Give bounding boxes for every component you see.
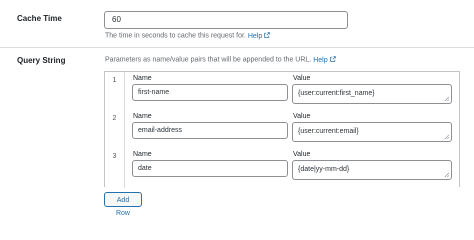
value-input-text: {date|yy-mm-dd} <box>298 166 350 173</box>
repeater-row: 3 Name date Value {date|yy-mm-dd} <box>105 148 459 188</box>
external-link-icon <box>264 32 270 38</box>
value-input[interactable]: {date|yy-mm-dd} <box>292 160 452 180</box>
query-string-help-link[interactable]: Help <box>313 56 336 64</box>
value-header: Value <box>293 113 311 120</box>
name-input[interactable]: email-address <box>132 122 288 139</box>
name-header: Name <box>133 151 152 158</box>
value-input[interactable]: {user:current:first_name} <box>292 84 452 104</box>
resize-grip-icon[interactable] <box>444 96 449 101</box>
add-row-button[interactable]: Add Row <box>104 192 142 217</box>
query-string-help-label: Help <box>313 56 328 64</box>
cache-time-description-text: The time in seconds to cache this reques… <box>105 32 246 40</box>
query-string-description: Parameters as name/value pairs that will… <box>105 56 336 64</box>
query-string-repeater: 1 Name first-name Value {user:current:fi… <box>104 71 460 188</box>
name-header: Name <box>133 113 152 120</box>
query-string-label: Query String <box>17 56 66 65</box>
query-string-description-text: Parameters as name/value pairs that will… <box>105 56 312 64</box>
cache-time-description: The time in seconds to cache this reques… <box>105 32 270 40</box>
name-header: Name <box>133 75 152 82</box>
cache-time-input[interactable]: 60 <box>104 11 348 29</box>
row-number[interactable]: 1 <box>105 72 125 111</box>
cache-time-help-link[interactable]: Help <box>247 32 270 40</box>
cache-time-help-label: Help <box>247 32 263 40</box>
repeater-row: 2 Name email-address Value {user:current… <box>105 110 459 150</box>
value-header: Value <box>293 151 311 158</box>
cache-time-label: Cache Time <box>17 14 62 23</box>
cache-time-row: Cache Time 60 The time in seconds to cac… <box>0 0 474 48</box>
row-number-text: 3 <box>112 153 117 160</box>
resize-grip-icon[interactable] <box>444 172 449 177</box>
row-number-text: 1 <box>112 77 117 84</box>
value-input[interactable]: {user:current:email} <box>292 122 452 142</box>
name-input[interactable]: date <box>132 160 288 177</box>
name-input[interactable]: first-name <box>132 84 288 101</box>
repeater-row: 1 Name first-name Value {user:current:fi… <box>105 72 459 112</box>
value-input-text: {user:current:email} <box>298 128 359 135</box>
row-number[interactable]: 2 <box>105 110 125 149</box>
value-header: Value <box>293 75 311 82</box>
resize-grip-icon[interactable] <box>444 134 449 139</box>
row-number[interactable]: 3 <box>105 148 125 188</box>
row-number-text: 2 <box>112 115 117 122</box>
value-input-text: {user:current:first_name} <box>298 90 375 97</box>
external-link-icon <box>329 56 336 62</box>
